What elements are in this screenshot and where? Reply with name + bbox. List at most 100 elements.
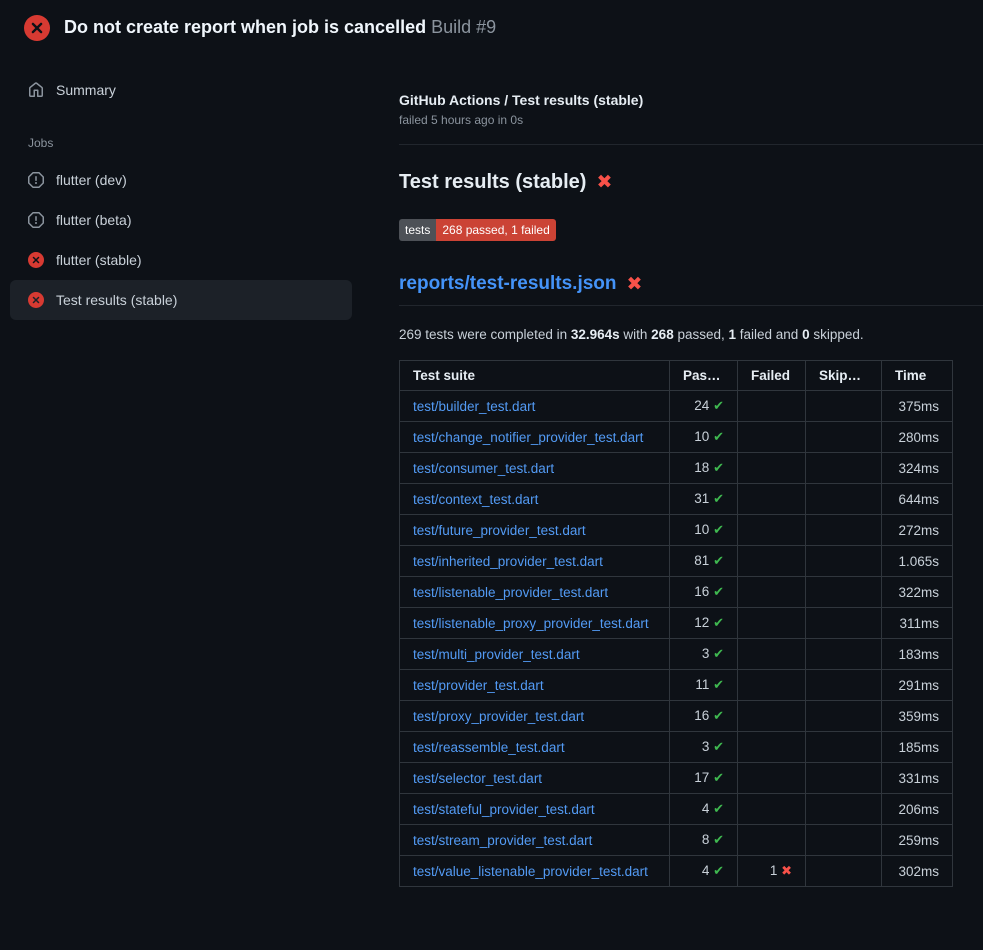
check-icon: ✔ xyxy=(713,460,724,475)
test-suite-link[interactable]: test/builder_test.dart xyxy=(413,399,535,414)
time-cell: 1.065s xyxy=(882,546,953,577)
sidebar-item-summary[interactable]: Summary xyxy=(10,70,352,110)
time-cell: 280ms xyxy=(882,422,953,453)
column-header-failed: Failed xyxy=(738,361,806,391)
passed-cell: 11 ✔ xyxy=(670,670,738,701)
test-suite-link[interactable]: test/value_listenable_provider_test.dart xyxy=(413,864,648,879)
failed-status-icon xyxy=(28,252,44,268)
failed-cell xyxy=(738,732,806,763)
test-suite-link[interactable]: test/future_provider_test.dart xyxy=(413,523,586,538)
check-icon: ✔ xyxy=(713,801,724,816)
passed-cell: 4 ✔ xyxy=(670,856,738,887)
time-cell: 272ms xyxy=(882,515,953,546)
check-icon: ✔ xyxy=(713,615,724,630)
test-suite-link[interactable]: test/context_test.dart xyxy=(413,492,538,507)
test-suite-link[interactable]: test/stateful_provider_test.dart xyxy=(413,802,595,817)
test-suite-cell: test/value_listenable_provider_test.dart xyxy=(400,856,670,887)
skipped-cell xyxy=(806,763,882,794)
test-suite-cell: test/multi_provider_test.dart xyxy=(400,639,670,670)
passed-cell: 24 ✔ xyxy=(670,391,738,422)
test-suite-cell: test/builder_test.dart xyxy=(400,391,670,422)
table-row: test/listenable_proxy_provider_test.dart… xyxy=(400,608,953,639)
test-suite-link[interactable]: test/multi_provider_test.dart xyxy=(413,647,580,662)
sidebar-item-test-results-stable[interactable]: Test results (stable) xyxy=(10,280,352,320)
table-row: test/stateful_provider_test.dart 4 ✔ 206ms xyxy=(400,794,953,825)
sidebar-item-flutter-dev[interactable]: flutter (dev) xyxy=(10,160,352,200)
passed-cell: 18 ✔ xyxy=(670,453,738,484)
skipped-cell xyxy=(806,825,882,856)
time-cell: 183ms xyxy=(882,639,953,670)
test-suite-link[interactable]: test/stream_provider_test.dart xyxy=(413,833,592,848)
passed-cell-count: 24 xyxy=(694,398,709,413)
skipped-cell xyxy=(806,453,882,484)
table-row: test/builder_test.dart24 ✔375ms xyxy=(400,391,953,422)
test-suite-cell: test/stateful_provider_test.dart xyxy=(400,794,670,825)
time-cell: 331ms xyxy=(882,763,953,794)
test-suite-link[interactable]: test/reassemble_test.dart xyxy=(413,740,565,755)
test-suite-link[interactable]: test/inherited_provider_test.dart xyxy=(413,554,603,569)
check-icon: ✔ xyxy=(713,863,724,878)
column-header-skipped: Skipped xyxy=(806,361,882,391)
time-cell: 311ms xyxy=(882,608,953,639)
passed-cell-count: 18 xyxy=(694,460,709,475)
test-suite-link[interactable]: test/consumer_test.dart xyxy=(413,461,554,476)
check-icon: ✔ xyxy=(713,708,724,723)
sidebar-item-flutter-beta[interactable]: flutter (beta) xyxy=(10,200,352,240)
check-icon: ✔ xyxy=(713,770,724,785)
column-header-passed: Passed xyxy=(670,361,738,391)
cross-icon: ✖ xyxy=(781,863,792,878)
passed-cell-count: 10 xyxy=(694,522,709,537)
skipped-cell xyxy=(806,422,882,453)
test-suite-link[interactable]: test/proxy_provider_test.dart xyxy=(413,709,584,724)
passed-cell-count: 12 xyxy=(694,615,709,630)
report-title: reports/test-results.json ✖ xyxy=(399,273,983,306)
test-suite-cell: test/listenable_provider_test.dart xyxy=(400,577,670,608)
failed-x-icon: ✖ xyxy=(627,275,643,294)
failed-cell xyxy=(738,825,806,856)
check-icon: ✔ xyxy=(713,429,724,444)
passed-cell-count: 81 xyxy=(694,553,709,568)
table-row: test/selector_test.dart 17 ✔ 331ms xyxy=(400,763,953,794)
check-run-content: GitHub Actions / Test results (stable) f… xyxy=(399,54,983,887)
time-cell: 644ms xyxy=(882,484,953,515)
skipped-cell xyxy=(806,670,882,701)
failed-cell xyxy=(738,701,806,732)
breadcrumb: GitHub Actions / Test results (stable) xyxy=(399,92,983,108)
passed-cell-count: 17 xyxy=(694,770,709,785)
test-suite-cell: test/reassemble_test.dart xyxy=(400,732,670,763)
passed-cell: 16 ✔ xyxy=(670,577,738,608)
test-suite-link[interactable]: test/selector_test.dart xyxy=(413,771,542,786)
check-icon: ✔ xyxy=(713,584,724,599)
passed-cell: 17 ✔ xyxy=(670,763,738,794)
check-run-header: Do not create report when job is cancell… xyxy=(0,0,983,54)
sidebar-item-label: Summary xyxy=(56,82,116,98)
check-icon: ✔ xyxy=(713,522,724,537)
test-suite-link[interactable]: test/provider_test.dart xyxy=(413,678,544,693)
passed-cell-count: 4 xyxy=(702,801,710,816)
test-suite-link[interactable]: test/change_notifier_provider_test.dart xyxy=(413,430,643,445)
sidebar-item-label: flutter (beta) xyxy=(56,212,131,228)
check-icon: ✔ xyxy=(713,739,724,754)
test-suite-cell: test/consumer_test.dart xyxy=(400,453,670,484)
table-row: test/reassemble_test.dart3 ✔185ms xyxy=(400,732,953,763)
table-row: test/listenable_provider_test.dart16 ✔32… xyxy=(400,577,953,608)
time-cell: 206ms xyxy=(882,794,953,825)
table-row: test/consumer_test.dart18 ✔324ms xyxy=(400,453,953,484)
check-icon: ✔ xyxy=(713,677,724,692)
time-cell: 359ms xyxy=(882,701,953,732)
failed-status-icon xyxy=(28,292,44,308)
jobs-sidebar: Summary Jobs flutter (dev) flutter (beta… xyxy=(10,70,352,320)
skipped-cell xyxy=(806,639,882,670)
failed-cell-count: 1 xyxy=(770,863,778,878)
sidebar-item-label: flutter (stable) xyxy=(56,252,142,268)
passed-cell-count: 31 xyxy=(694,491,709,506)
report-file-link[interactable]: reports/test-results.json xyxy=(399,273,617,295)
test-suite-link[interactable]: test/listenable_provider_test.dart xyxy=(413,585,608,600)
table-row: test/value_listenable_provider_test.dart… xyxy=(400,856,953,887)
sidebar-item-flutter-stable[interactable]: flutter (stable) xyxy=(10,240,352,280)
test-suite-link[interactable]: test/listenable_proxy_provider_test.dart xyxy=(413,616,649,631)
test-suites-body: test/builder_test.dart24 ✔375mstest/chan… xyxy=(400,391,953,887)
skipped-cell xyxy=(806,701,882,732)
failed-cell xyxy=(738,391,806,422)
failed-cell xyxy=(738,763,806,794)
